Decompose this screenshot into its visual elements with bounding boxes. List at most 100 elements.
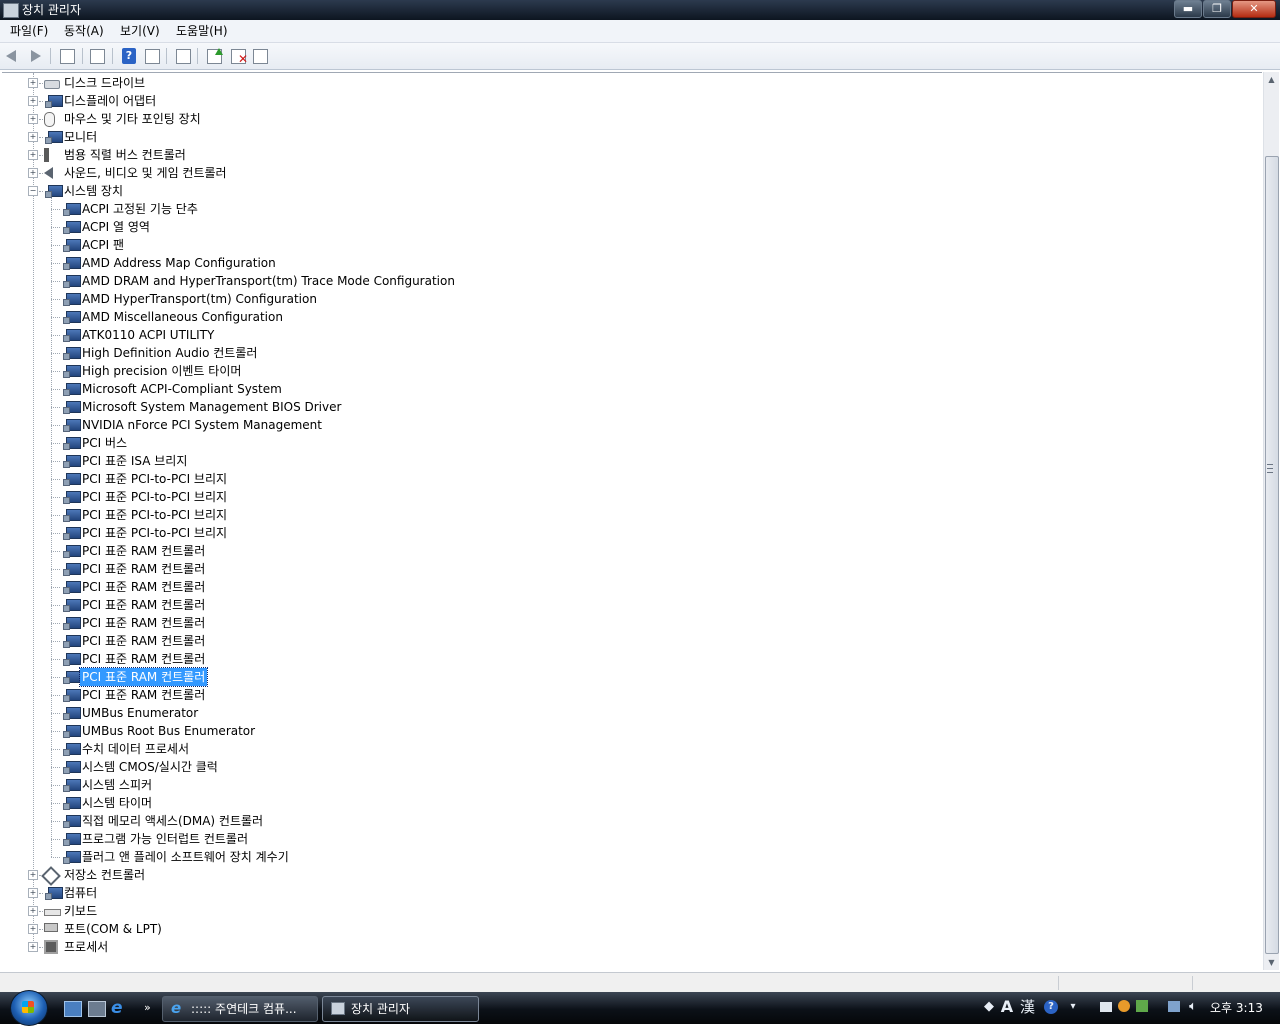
tree-device-row[interactable]: UMBus Enumerator bbox=[2, 704, 1252, 722]
menu-action[interactable]: 동작(A) bbox=[64, 23, 104, 39]
tree-device-row[interactable]: ACPI 팬 bbox=[2, 236, 1252, 254]
tree-item-label[interactable]: AMD Miscellaneous Configuration bbox=[80, 308, 285, 326]
tree-item-label[interactable]: PCI 표준 RAM 컨트롤러 bbox=[80, 632, 207, 650]
tree-category-row[interactable]: + 포트(COM & LPT) bbox=[2, 920, 1252, 938]
expand-icon[interactable]: + bbox=[28, 942, 38, 952]
tree-device-row[interactable]: AMD Address Map Configuration bbox=[2, 254, 1252, 272]
tree-device-row[interactable]: PCI 표준 RAM 컨트롤러 bbox=[2, 542, 1252, 560]
tree-item-label[interactable]: ATK0110 ACPI UTILITY bbox=[80, 326, 216, 344]
tree-device-row[interactable]: NVIDIA nForce PCI System Management bbox=[2, 416, 1252, 434]
tree-device-row[interactable]: PCI 표준 RAM 컨트롤러 bbox=[2, 667, 1252, 687]
tree-item-label[interactable]: 플러그 앤 플레이 소프트웨어 장치 계수기 bbox=[80, 848, 291, 866]
tree-device-row[interactable]: AMD Miscellaneous Configuration bbox=[2, 308, 1252, 326]
console-tree-button[interactable] bbox=[58, 47, 76, 65]
expand-icon[interactable]: + bbox=[28, 114, 38, 124]
show-desktop-icon[interactable] bbox=[64, 1001, 82, 1017]
tree-device-row[interactable]: PCI 표준 PCI-to-PCI 브리지 bbox=[2, 470, 1252, 488]
tree-device-row[interactable]: 시스템 타이머 bbox=[2, 794, 1252, 812]
tree-item-label[interactable]: 시스템 CMOS/실시간 클럭 bbox=[80, 758, 220, 776]
tree-category-row[interactable]: + 사운드, 비디오 및 게임 컨트롤러 bbox=[2, 164, 1252, 182]
device-tree[interactable]: + 디스크 드라이브 + 디스플레이 어댑터 + 마우스 및 기타 포인팅 장치 + 모니터 +… bbox=[2, 72, 1262, 971]
tree-device-row[interactable]: AMD HyperTransport(tm) Configuration bbox=[2, 290, 1252, 308]
collapse-icon[interactable]: − bbox=[28, 186, 38, 196]
expand-icon[interactable]: + bbox=[28, 924, 38, 934]
tree-device-row[interactable]: PCI 표준 PCI-to-PCI 브리지 bbox=[2, 488, 1252, 506]
tree-device-row[interactable]: PCI 표준 RAM 컨트롤러 bbox=[2, 560, 1252, 578]
tree-category-row[interactable]: − 시스템 장치 bbox=[2, 182, 1252, 200]
expand-icon[interactable]: + bbox=[28, 888, 38, 898]
tree-item-label[interactable]: PCI 표준 PCI-to-PCI 브리지 bbox=[80, 524, 229, 542]
tree-category-row[interactable]: + 컴퓨터 bbox=[2, 884, 1252, 902]
tree-item-label[interactable]: AMD DRAM and HyperTransport(tm) Trace Mo… bbox=[80, 272, 457, 290]
tree-device-row[interactable]: PCI 표준 PCI-to-PCI 브리지 bbox=[2, 506, 1252, 524]
tree-device-row[interactable]: PCI 표준 RAM 컨트롤러 bbox=[2, 686, 1252, 704]
uninstall-button[interactable]: ✕ bbox=[229, 47, 248, 65]
tree-item-label[interactable]: 수치 데이터 프로세서 bbox=[80, 740, 191, 758]
tree-item-label[interactable]: PCI 표준 RAM 컨트롤러 bbox=[80, 560, 207, 578]
minimize-button[interactable]: ▬ bbox=[1174, 0, 1202, 18]
tree-device-row[interactable]: PCI 표준 ISA 브리지 bbox=[2, 452, 1252, 470]
tree-device-row[interactable]: 시스템 스피커 bbox=[2, 776, 1252, 794]
tree-item-label[interactable]: PCI 표준 RAM 컨트롤러 bbox=[80, 596, 207, 614]
tree-device-row[interactable]: PCI 버스 bbox=[2, 434, 1252, 452]
tree-device-row[interactable]: PCI 표준 RAM 컨트롤러 bbox=[2, 632, 1252, 650]
tree-item-label[interactable]: PCI 표준 RAM 컨트롤러 bbox=[80, 650, 207, 668]
expand-icon[interactable]: + bbox=[28, 168, 38, 178]
tree-item-label[interactable]: ACPI 팬 bbox=[80, 236, 126, 254]
update-driver-button[interactable] bbox=[205, 47, 223, 65]
window-title-bar[interactable]: 장치 관리자 ▬ ❐ ✕ bbox=[0, 0, 1280, 20]
scroll-down-arrow-icon[interactable]: ▼ bbox=[1264, 955, 1279, 970]
tree-item-label[interactable]: PCI 표준 ISA 브리지 bbox=[80, 452, 189, 470]
disable-button[interactable] bbox=[251, 47, 269, 65]
tree-device-row[interactable]: 플러그 앤 플레이 소프트웨어 장치 계수기 bbox=[2, 848, 1252, 866]
tree-item-label[interactable]: 시스템 장치 bbox=[62, 182, 125, 200]
tree-category-row[interactable]: + 저장소 컨트롤러 bbox=[2, 866, 1252, 886]
tree-category-row[interactable]: + 프로세서 bbox=[2, 938, 1252, 956]
tree-item-label[interactable]: Microsoft System Management BIOS Driver bbox=[80, 398, 343, 416]
tree-item-label[interactable]: AMD HyperTransport(tm) Configuration bbox=[80, 290, 319, 308]
tree-device-row[interactable]: High Definition Audio 컨트롤러 bbox=[2, 344, 1252, 362]
tree-item-label[interactable]: 포트(COM & LPT) bbox=[62, 920, 164, 938]
tree-item-label[interactable]: 디스크 드라이브 bbox=[62, 74, 147, 92]
tree-item-label[interactable]: 프로세서 bbox=[62, 938, 110, 956]
tray-app-icon[interactable] bbox=[1100, 1002, 1112, 1012]
clock[interactable]: 오후 3:13 bbox=[1210, 1000, 1263, 1016]
close-button[interactable]: ✕ bbox=[1232, 0, 1276, 18]
tree-item-label[interactable]: High precision 이벤트 타이머 bbox=[80, 362, 243, 380]
ime-options-icon[interactable]: ▾ bbox=[1066, 1000, 1080, 1014]
tree-device-row[interactable]: PCI 표준 RAM 컨트롤러 bbox=[2, 650, 1252, 668]
menu-help[interactable]: 도움말(H) bbox=[176, 23, 228, 39]
network-icon[interactable] bbox=[1168, 1001, 1180, 1012]
tree-device-row[interactable]: ACPI 열 영역 bbox=[2, 218, 1252, 236]
tree-device-row[interactable]: 프로그램 가능 인터럽트 컨트롤러 bbox=[2, 830, 1252, 848]
tree-device-row[interactable]: ACPI 고정된 기능 단추 bbox=[2, 200, 1252, 218]
tree-item-label[interactable]: PCI 표준 RAM 컨트롤러 bbox=[80, 578, 207, 596]
tree-item-label[interactable]: High Definition Audio 컨트롤러 bbox=[80, 344, 259, 362]
tree-item-label[interactable]: AMD Address Map Configuration bbox=[80, 254, 278, 272]
ime-mode-a-icon[interactable]: A bbox=[1000, 999, 1014, 1015]
scroll-up-arrow-icon[interactable]: ▲ bbox=[1264, 72, 1279, 87]
scrollbar-thumb[interactable] bbox=[1265, 156, 1279, 954]
tree-device-row[interactable]: 수치 데이터 프로세서 bbox=[2, 740, 1252, 758]
vertical-scrollbar[interactable]: ▲ ▼ bbox=[1263, 72, 1279, 970]
tree-device-row[interactable]: ATK0110 ACPI UTILITY bbox=[2, 326, 1252, 344]
tree-item-label[interactable]: PCI 표준 PCI-to-PCI 브리지 bbox=[80, 488, 229, 506]
expand-icon[interactable]: + bbox=[28, 150, 38, 160]
back-button[interactable] bbox=[4, 47, 22, 65]
volume-icon[interactable]: 🔈︎ bbox=[1186, 1000, 1200, 1014]
properties-button[interactable] bbox=[88, 47, 106, 65]
tree-item-label[interactable]: NVIDIA nForce PCI System Management bbox=[80, 416, 324, 434]
forward-button[interactable] bbox=[26, 47, 44, 65]
tree-item-label[interactable]: 사운드, 비디오 및 게임 컨트롤러 bbox=[62, 164, 229, 182]
tree-category-row[interactable]: + 키보드 bbox=[2, 902, 1252, 920]
start-button[interactable] bbox=[10, 990, 48, 1026]
show-hide-button[interactable] bbox=[143, 47, 161, 65]
help-button[interactable]: ? bbox=[120, 47, 138, 65]
tree-item-label[interactable]: 직접 메모리 액세스(DMA) 컨트롤러 bbox=[80, 812, 265, 830]
taskbar-item-browser[interactable]: e ::::: 주연테크 컴퓨... bbox=[162, 996, 318, 1022]
maximize-button[interactable]: ❐ bbox=[1203, 0, 1231, 18]
tree-device-row[interactable]: PCI 표준 RAM 컨트롤러 bbox=[2, 614, 1252, 632]
taskbar-item-device-manager[interactable]: 장치 관리자 bbox=[322, 996, 479, 1022]
tree-item-label[interactable]: 저장소 컨트롤러 bbox=[62, 866, 147, 884]
tray-update-icon[interactable] bbox=[1136, 1000, 1148, 1012]
